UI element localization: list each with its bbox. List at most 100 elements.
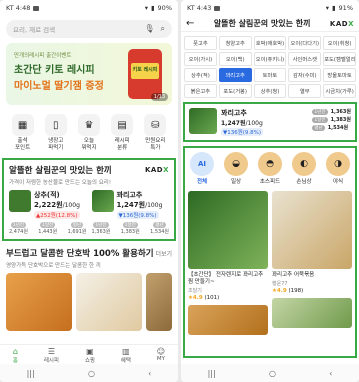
produce-item-pepper[interactable]: 꽈리고추 1,247원/100g ▼136원(9.8%) 1년전 1,363원 1… [91, 190, 170, 235]
home-icon: ⌂ [12, 347, 18, 356]
user-icon: ☺ [156, 347, 166, 356]
category-fridge[interactable]: ▯ 냉장고 파먹기 [42, 114, 70, 152]
dish-icon: ◐ [292, 152, 316, 176]
recipe-title: 꽈리고추 어묵볶음 [272, 272, 315, 278]
produce-grid-cell[interactable]: 오이(쥬키니) [253, 52, 287, 66]
tab-my[interactable]: ☺ MY [157, 345, 165, 364]
produce-grid-cell[interactable]: 포도(거봉) [218, 84, 252, 98]
promo-banner[interactable]: 만개의레시피 출간이벤트 초간단 키토 레시피 마이노멀 딸기잼 증정 키토 레… [6, 43, 172, 105]
item-price: 1,247원 [221, 120, 246, 127]
kadx-section: 알뜰한 살림꾼의 맛있는 한끼 KADX 가격이 저렴한 농산물로 만드는 오늘… [2, 158, 176, 241]
battery-level: 91% [338, 4, 353, 12]
search-icon[interactable]: ⌕ [161, 24, 165, 34]
chip-guest[interactable]: ◐ 손님상 [290, 152, 318, 185]
calendar-icon: ▦ [11, 114, 34, 136]
chip-daily[interactable]: ◒ 일상 [222, 152, 250, 185]
theme-chips: AI 전체 ◒ 일상 ◓ 초스피드 ◐ 손님상 ◑ 야식 [188, 152, 352, 185]
produce-grid-cell[interactable]: 감자(수미) [288, 68, 322, 82]
category-label: 냉장고 파먹기 [48, 138, 64, 151]
search-bar[interactable]: 요리, 재료 검색 🎙 ⌕ [6, 20, 172, 38]
jam-jar-image: 키토 레시피 [128, 49, 162, 99]
produce-grid-cell[interactable]: 열무 [288, 84, 322, 98]
recents-button[interactable]: ||| [27, 369, 35, 378]
night-icon: ◑ [326, 152, 350, 176]
item-unit: /100g [245, 120, 263, 127]
home-button[interactable]: ○ [88, 369, 95, 378]
produce-grid-cell[interactable]: 청양고추 [218, 36, 252, 50]
produce-grid-cell[interactable]: 꽈리고추 [218, 68, 252, 82]
signal-icon: ▮ [331, 4, 336, 12]
produce-grid-cell[interactable]: 토마토 [253, 68, 287, 82]
produce-grid-cell[interactable]: 호박(애호박) [253, 36, 287, 50]
produce-grid-cell[interactable]: 사인머스캣 [288, 52, 322, 66]
produce-grid-cell[interactable]: 붉은고추 [184, 84, 217, 98]
produce-grid-cell[interactable]: 방울토마토 [323, 68, 356, 82]
chip-label: 전체 [196, 179, 208, 185]
mini-label: 1달전 [122, 222, 138, 228]
produce-grid-cell[interactable]: 상추(청) [253, 84, 287, 98]
kadx-logo-a: KAD [329, 19, 349, 28]
produce-grid-cell[interactable]: 오이(다다기) [288, 36, 322, 50]
category-recipe[interactable]: ▤ 레시피 분류 [108, 114, 136, 152]
lettuce-image [9, 190, 31, 212]
more-link[interactable]: 더보기 [155, 249, 172, 258]
mini-value: 1,363원 [91, 229, 111, 235]
recipe-card[interactable]: 꽈리고추 어묵볶음 행운77 ★4.9 (198) [272, 191, 352, 335]
recipe-rating: ★4.9 [272, 288, 287, 294]
kadx-logo: KADX [330, 20, 354, 28]
item-unit: /100g [62, 202, 80, 209]
search-placeholder: 요리, 재료 검색 [13, 26, 56, 34]
kadx-logo: KADX [145, 166, 169, 174]
chip-fast[interactable]: ◓ 초스피드 [256, 152, 284, 185]
category-special[interactable]: ⛁ 만원요리 특가 [141, 114, 169, 152]
category-label: 레시피 분류 [114, 138, 130, 151]
recipe-thumbnail[interactable] [145, 273, 172, 331]
item-unit: /100g [145, 202, 163, 209]
status-time: KT 4:43 [187, 4, 212, 12]
produce-grid-cell[interactable]: 오이(취청) [323, 36, 356, 50]
recipe-image[interactable] [272, 298, 352, 328]
tab-home[interactable]: ⌂ 홈 [13, 345, 18, 364]
chip-label: 일상 [230, 179, 242, 185]
back-arrow-icon[interactable]: ← [186, 18, 194, 29]
produce-grid-cell[interactable]: 시금치(가루) [323, 84, 356, 98]
category-today[interactable]: ♛ 오늘 뭐먹지 [75, 114, 103, 152]
produce-item-lettuce[interactable]: 상추(적) 2,222원/100g ▲252원(12.8%) 1년전 2,474원… [9, 190, 87, 235]
tab-benefit[interactable]: ▥ 혜택 [121, 345, 131, 364]
signal-icon: ▮ [150, 4, 155, 12]
chip-label: 야식 [332, 179, 344, 185]
pepper-image [189, 108, 217, 134]
produce-grid-cell[interactable]: 풋고추 [184, 36, 217, 50]
produce-grid-cell[interactable]: 오이(백) [218, 52, 252, 66]
recipe-card[interactable]: 【초간단】 전자렌지로 꽈리고추찜 만들기~ 조달기 ★4.9 (101) [188, 191, 268, 335]
mic-icon[interactable]: 🎙 [144, 24, 154, 34]
recents-button[interactable]: ||| [208, 369, 216, 378]
produce-grid-cell[interactable]: 상추(적) [184, 68, 217, 82]
selected-produce-card: 꽈리고추 1,247원/100g ▼136원(9.8%) 1년전 1,363원 1… [183, 102, 357, 142]
pepper-image [91, 190, 114, 212]
stat-value: 1,383원 [330, 117, 351, 123]
mini-label: 평년 [153, 222, 166, 228]
section-subtitle: 가격이 저렴한 농산물로 만드는 오늘의 요리! [9, 180, 112, 186]
section-title: 알뜰한 살림꾼의 맛있는 한끼 [9, 166, 112, 176]
category-row: ▦ 출석 포인트 ▯ 냉장고 파먹기 ♛ 오늘 뭐먹지 ▤ 레시피 분류 ⛁ 만원요리 특가 [0, 110, 178, 158]
chip-all[interactable]: AI 전체 [188, 152, 216, 185]
back-button[interactable]: ‹ [148, 369, 151, 378]
recipe-thumbnail[interactable] [6, 273, 72, 331]
tab-recipe[interactable]: ☰ 레시피 [44, 345, 59, 364]
chip-night[interactable]: ◑ 야식 [324, 152, 352, 185]
category-attendance[interactable]: ▦ 출석 포인트 [9, 114, 37, 152]
stat-value: 1,534원 [327, 125, 349, 131]
recipe-author: 행운77 [272, 281, 288, 287]
back-button[interactable]: ‹ [329, 369, 332, 378]
produce-grid-cell[interactable]: 포도(캠벨얼리) [323, 52, 356, 66]
recipe-image[interactable] [188, 305, 268, 335]
home-button[interactable]: ○ [269, 369, 276, 378]
wifi-icon: ▾ [144, 4, 148, 12]
recipe-thumbnail[interactable] [75, 273, 142, 331]
tab-label: 레시피 [43, 358, 59, 364]
right-phone-screen: KT 4:43 ▾ ▮ 91% ← 알뜰한 살림꾼의 맛있는 한끼 KADX 풋고추… [181, 0, 359, 382]
chip-label: 손님상 [296, 179, 312, 185]
produce-grid-cell[interactable]: 오이(가시) [184, 52, 217, 66]
tab-shop[interactable]: ▣ 쇼핑 [85, 345, 95, 364]
